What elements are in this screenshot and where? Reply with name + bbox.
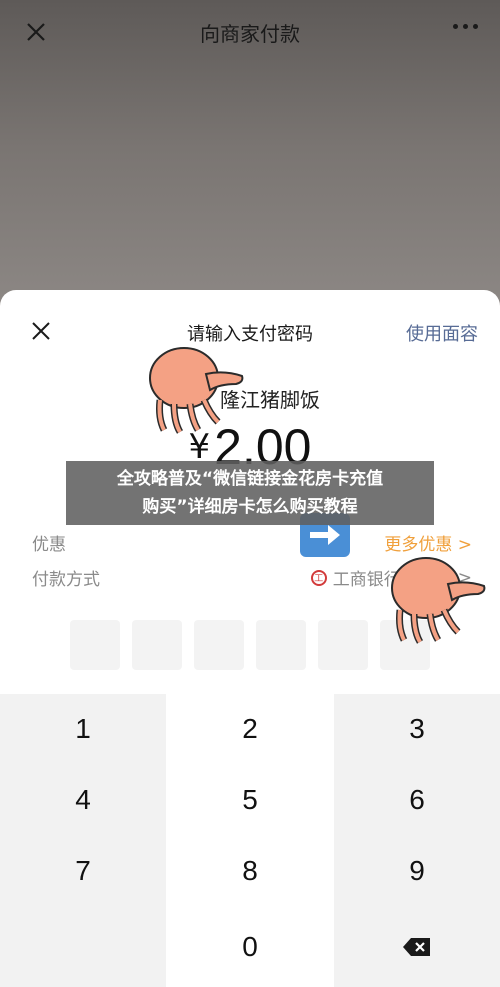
top-bar: 向商家付款	[0, 0, 500, 64]
payment-method-label: 付款方式	[32, 570, 100, 590]
octopus-sticker-icon	[149, 347, 244, 434]
password-box	[70, 620, 120, 670]
key-1[interactable]: 1	[0, 694, 166, 764]
key-4[interactable]: 4	[0, 764, 166, 835]
password-box	[318, 620, 368, 670]
backspace-icon	[403, 937, 430, 956]
key-2[interactable]: 2	[166, 694, 334, 764]
password-boxes	[70, 620, 430, 670]
key-9[interactable]: 9	[334, 835, 500, 906]
backspace-key[interactable]	[334, 906, 500, 987]
overlay-banner: 全攻略普及“微信链接金花房卡充值 购买”详细房卡怎么购买教程	[66, 461, 434, 525]
more-options-icon[interactable]	[453, 24, 478, 29]
password-box	[194, 620, 244, 670]
key-0[interactable]: 0	[166, 906, 334, 987]
password-box	[256, 620, 306, 670]
key-3[interactable]: 3	[334, 694, 500, 764]
key-7[interactable]: 7	[0, 835, 166, 906]
octopus-sticker-icon	[391, 557, 486, 644]
key-6[interactable]: 6	[334, 764, 500, 835]
merchant-name: 隆江猪脚饭	[220, 388, 320, 412]
close-icon[interactable]	[22, 18, 50, 46]
more-discount-link[interactable]: 更多优惠 >	[384, 530, 472, 555]
discount-label: 优惠	[32, 535, 66, 555]
banner-line-1: 全攻略普及“微信链接金花房卡充值	[116, 469, 384, 489]
face-pay-link[interactable]: 使用面容	[406, 320, 478, 346]
key-empty	[0, 906, 166, 987]
page-title: 向商家付款	[200, 21, 300, 46]
password-box	[132, 620, 182, 670]
icbc-logo-icon: 工	[310, 569, 327, 586]
banner-line-2: 购买”详细房卡怎么购买教程	[142, 497, 358, 517]
discount-row: 优惠 更多优惠 >	[32, 530, 472, 555]
key-5[interactable]: 5	[166, 764, 334, 835]
key-8[interactable]: 8	[166, 835, 334, 906]
number-keypad: 1 2 3 4 5 6 7 8 9 0	[0, 694, 500, 987]
